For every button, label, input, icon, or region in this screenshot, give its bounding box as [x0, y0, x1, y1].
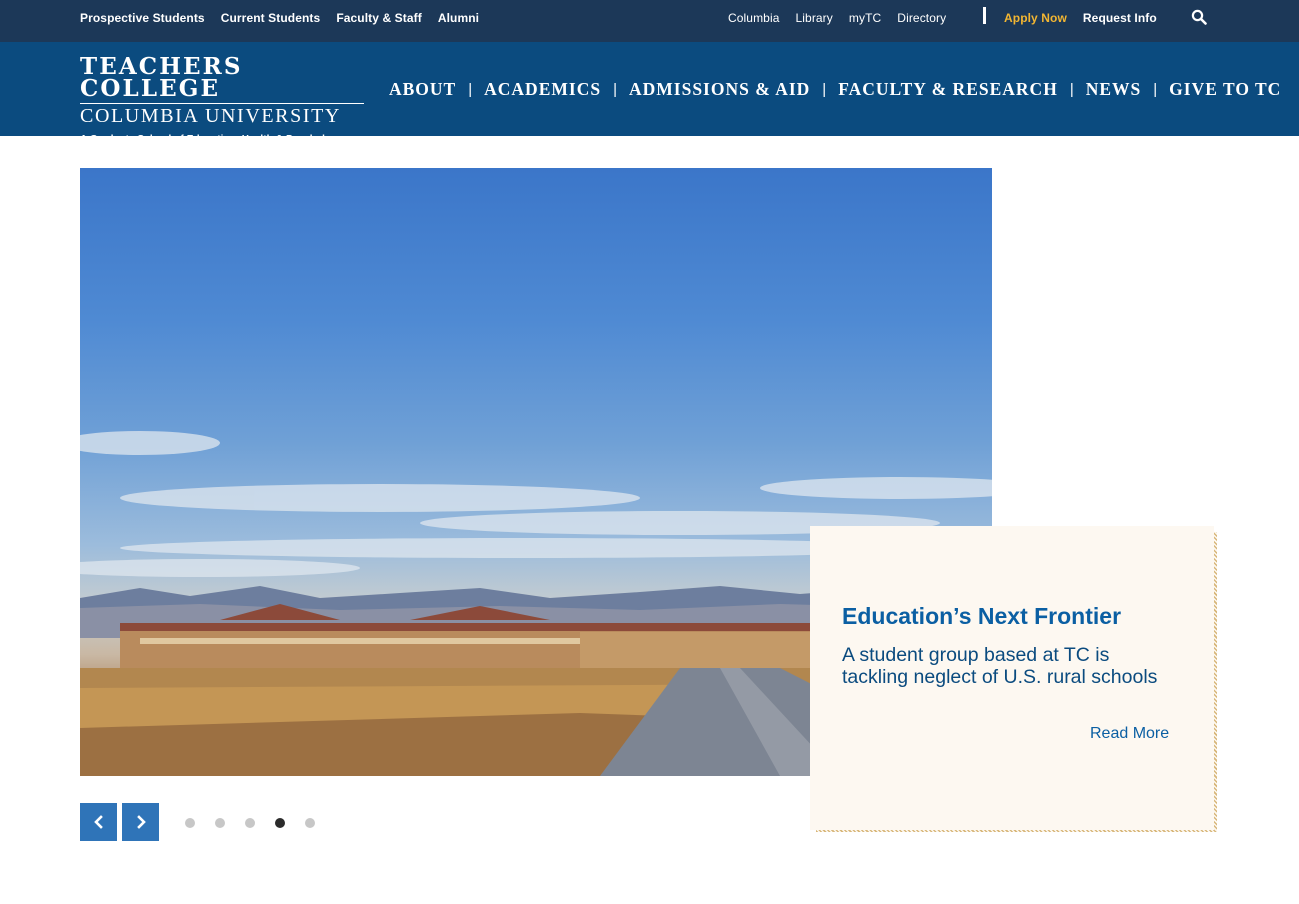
link-mytc[interactable]: myTC: [849, 11, 881, 25]
nav-faculty-research[interactable]: FACULTY & RESEARCH: [838, 79, 1058, 100]
nav-news[interactable]: NEWS: [1086, 79, 1142, 100]
main-nav-bar: TEACHERS COLLEGE COLUMBIA UNIVERSITY A G…: [0, 42, 1299, 145]
read-more-link[interactable]: Read More: [1090, 725, 1169, 743]
chevron-left-icon: [93, 815, 103, 829]
link-current-students[interactable]: Current Students: [221, 11, 321, 25]
primary-nav: ABOUT | ACADEMICS | ADMISSIONS & AID | F…: [389, 79, 1281, 100]
cta-links: Apply Now Request Info: [1004, 11, 1157, 25]
link-prospective-students[interactable]: Prospective Students: [80, 11, 205, 25]
search-icon[interactable]: [1191, 9, 1207, 25]
nav-separator: |: [468, 81, 473, 98]
nav-separator: |: [1069, 81, 1074, 98]
link-faculty-staff[interactable]: Faculty & Staff: [336, 11, 422, 25]
feature-title: Education’s Next Frontier: [842, 603, 1122, 629]
carousel-dot[interactable]: [215, 818, 225, 828]
feature-card: Education’s Next Frontier A student grou…: [810, 526, 1214, 830]
carousel-dot[interactable]: [305, 818, 315, 828]
link-columbia[interactable]: Columbia: [728, 11, 780, 25]
nav-about[interactable]: ABOUT: [389, 79, 456, 100]
link-alumni[interactable]: Alumni: [438, 11, 479, 25]
nav-give-to-tc[interactable]: GIVE TO TC: [1169, 79, 1281, 100]
link-library[interactable]: Library: [796, 11, 833, 25]
nav-separator: |: [1153, 81, 1158, 98]
chevron-right-icon: [136, 815, 146, 829]
carousel-prev-button[interactable]: [80, 803, 117, 841]
nav-separator: |: [613, 81, 617, 98]
utility-divider: [983, 7, 986, 24]
carousel-dot[interactable]: [275, 818, 285, 828]
tc-logo[interactable]: TEACHERS COLLEGE COLUMBIA UNIVERSITY A G…: [80, 53, 366, 147]
logo-line-2: COLUMBIA UNIVERSITY: [80, 105, 341, 127]
nav-separator: |: [822, 81, 827, 98]
resource-links: Columbia Library myTC Directory: [728, 11, 946, 25]
logo-tagline: A Graduate School of Education, Health &…: [80, 134, 344, 145]
carousel-dots: [185, 818, 315, 828]
apply-now-link[interactable]: Apply Now: [1004, 11, 1067, 25]
carousel-dot[interactable]: [185, 818, 195, 828]
nav-academics[interactable]: ACADEMICS: [484, 79, 601, 100]
nav-admissions-aid[interactable]: ADMISSIONS & AID: [629, 79, 810, 100]
utility-bar: Prospective Students Current Students Fa…: [0, 0, 1299, 42]
link-directory[interactable]: Directory: [897, 11, 946, 25]
request-info-link[interactable]: Request Info: [1083, 11, 1157, 25]
audience-links: Prospective Students Current Students Fa…: [80, 11, 479, 25]
carousel-next-button[interactable]: [122, 803, 159, 841]
carousel-dot[interactable]: [245, 818, 255, 828]
logo-rule: [80, 103, 364, 104]
feature-description: A student group based at TC is tackling …: [842, 644, 1158, 688]
logo-line-1: TEACHERS COLLEGE: [80, 53, 243, 102]
